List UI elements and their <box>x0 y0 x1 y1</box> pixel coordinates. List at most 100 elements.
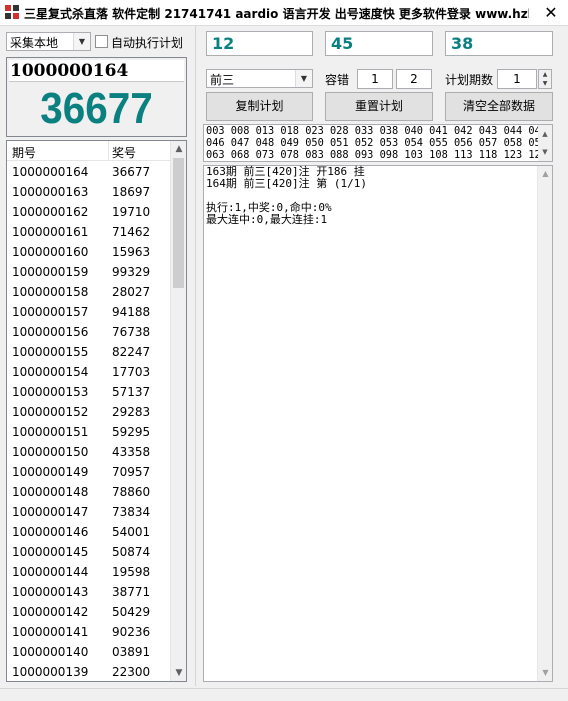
table-row[interactable]: 1000000163 18697 <box>7 182 172 202</box>
table-row[interactable]: 1000000140 03891 <box>7 642 172 662</box>
close-button[interactable]: ✕ <box>534 0 568 25</box>
issue-cell: 1000000142 <box>12 605 89 619</box>
copy-plan-button[interactable]: 复制计划 <box>206 92 313 121</box>
plan-periods-input[interactable]: 1 <box>497 69 537 89</box>
table-row[interactable]: 1000000144 19598 <box>7 562 172 582</box>
plan-log-scrollbar[interactable]: ▲ ▼ <box>537 166 552 681</box>
issue-cell: 1000000147 <box>12 505 89 519</box>
table-row[interactable]: 1000000161 71462 <box>7 222 172 242</box>
issue-cell: 1000000158 <box>12 285 89 299</box>
draw-cell: 28027 <box>112 285 151 299</box>
source-select[interactable]: 采集本地 ▼ <box>6 32 91 51</box>
current-draw-panel: 1000000164 36677 <box>6 57 187 137</box>
scroll-thumb[interactable] <box>173 158 184 288</box>
spin-up-icon[interactable]: ▲ <box>539 70 551 79</box>
draw-cell: 82247 <box>112 345 151 359</box>
title-bar: 三星复式杀直落 软件定制 21741741 aardio 语言开发 出号速度快 … <box>0 0 568 26</box>
table-row[interactable]: 1000000160 15963 <box>7 242 172 262</box>
history-rows: 1000000164 36677 1000000163 18697 1000000162… <box>7 162 172 681</box>
issue-cell: 1000000160 <box>12 245 89 259</box>
tolerance-label: 容错 <box>325 73 350 87</box>
scroll-up-icon[interactable]: ▲ <box>538 166 553 182</box>
chevron-down-icon[interactable]: ▼ <box>73 33 90 50</box>
draw-cell: 70957 <box>112 465 151 479</box>
draw-cell: 99329 <box>112 265 151 279</box>
table-row[interactable]: 1000000141 90236 <box>7 622 172 642</box>
table-row[interactable]: 1000000149 70957 <box>7 462 172 482</box>
scroll-down-icon[interactable]: ▼ <box>538 143 552 161</box>
table-row[interactable]: 1000000150 43358 <box>7 442 172 462</box>
table-row[interactable]: 1000000164 36677 <box>7 162 172 182</box>
table-row[interactable]: 1000000152 29283 <box>7 402 172 422</box>
number-input-2[interactable]: 45 <box>325 31 433 56</box>
plan-log-box[interactable]: 163期 前三[420]注 开186 挂 164期 前三[420]注 第 (1/… <box>203 165 553 682</box>
draw-cell: 90236 <box>112 625 151 639</box>
scroll-down-icon[interactable]: ▼ <box>538 665 553 681</box>
chevron-down-icon[interactable]: ▼ <box>295 70 312 87</box>
history-scrollbar[interactable]: ▲ ▼ <box>170 141 186 681</box>
spin-down-icon[interactable]: ▼ <box>539 79 551 88</box>
source-select-value: 采集本地 <box>10 36 59 50</box>
column-divider[interactable] <box>108 141 109 161</box>
column-header-issue[interactable]: 期号 <box>12 144 36 161</box>
issue-cell: 1000000151 <box>12 425 89 439</box>
issue-cell: 1000000153 <box>12 385 89 399</box>
auto-execute-checkbox[interactable] <box>95 35 108 48</box>
scroll-up-icon[interactable]: ▲ <box>171 141 186 157</box>
current-issue-number: 1000000164 <box>9 60 184 82</box>
issue-cell: 1000000157 <box>12 305 89 319</box>
table-row[interactable]: 1000000157 94188 <box>7 302 172 322</box>
tolerance-to-input[interactable]: 2 <box>396 69 432 89</box>
position-select-value: 前三 <box>210 73 235 87</box>
current-draw-number: 36677 <box>40 84 153 133</box>
table-row[interactable]: 1000000143 38771 <box>7 582 172 602</box>
table-row[interactable]: 1000000154 17703 <box>7 362 172 382</box>
plan-periods-spinner[interactable]: ▲ ▼ <box>538 69 552 89</box>
number-input-1[interactable]: 12 <box>206 31 313 56</box>
draw-cell: 73834 <box>112 505 151 519</box>
table-row[interactable]: 1000000158 28027 <box>7 282 172 302</box>
table-row[interactable]: 1000000159 99329 <box>7 262 172 282</box>
table-row[interactable]: 1000000142 50429 <box>7 602 172 622</box>
plan-log-text[interactable]: 163期 前三[420]注 开186 挂 164期 前三[420]注 第 (1/… <box>206 166 536 226</box>
table-row[interactable]: 1000000148 78860 <box>7 482 172 502</box>
issue-cell: 1000000148 <box>12 485 89 499</box>
table-row[interactable]: 1000000139 22300 <box>7 662 172 681</box>
column-header-draw[interactable]: 奖号 <box>112 144 136 161</box>
table-row[interactable]: 1000000162 19710 <box>7 202 172 222</box>
table-row[interactable]: 1000000155 82247 <box>7 342 172 362</box>
draw-cell: 19710 <box>112 205 151 219</box>
plan-periods-label: 计划期数 <box>445 73 494 87</box>
draw-cell: 19598 <box>112 565 151 579</box>
number-input-3[interactable]: 38 <box>445 31 553 56</box>
table-row[interactable]: 1000000153 57137 <box>7 382 172 402</box>
plan-numbers-scrollbar[interactable]: ▲ ▼ <box>538 125 552 161</box>
plan-numbers-text[interactable]: 003 008 013 018 023 028 033 038 040 041 … <box>206 125 547 161</box>
issue-cell: 1000000146 <box>12 525 89 539</box>
issue-cell: 1000000149 <box>12 465 89 479</box>
reset-plan-button[interactable]: 重置计划 <box>325 92 433 121</box>
draw-cell: 43358 <box>112 445 151 459</box>
position-select[interactable]: 前三 ▼ <box>206 69 313 88</box>
table-row[interactable]: 1000000151 59295 <box>7 422 172 442</box>
draw-cell: 50874 <box>112 545 151 559</box>
scroll-up-icon[interactable]: ▲ <box>538 125 552 143</box>
clear-all-button[interactable]: 清空全部数据 <box>445 92 553 121</box>
draw-cell: 76738 <box>112 325 151 339</box>
scroll-down-icon[interactable]: ▼ <box>171 665 186 681</box>
draw-cell: 36677 <box>112 165 151 179</box>
window-title: 三星复式杀直落 软件定制 21741741 aardio 语言开发 出号速度快 … <box>24 7 529 21</box>
issue-cell: 1000000145 <box>12 545 89 559</box>
table-row[interactable]: 1000000146 54001 <box>7 522 172 542</box>
draw-cell: 38771 <box>112 585 151 599</box>
issue-cell: 1000000163 <box>12 185 89 199</box>
table-row[interactable]: 1000000156 76738 <box>7 322 172 342</box>
tolerance-from-input[interactable]: 1 <box>357 69 393 89</box>
auto-execute-label[interactable]: 自动执行计划 <box>111 34 183 51</box>
draw-cell: 54001 <box>112 525 151 539</box>
history-list[interactable]: 期号 奖号 1000000164 36677 1000000163 18697 1000… <box>6 140 187 682</box>
table-row[interactable]: 1000000145 50874 <box>7 542 172 562</box>
draw-cell: 78860 <box>112 485 151 499</box>
table-row[interactable]: 1000000147 73834 <box>7 502 172 522</box>
plan-numbers-box[interactable]: 003 008 013 018 023 028 033 038 040 041 … <box>203 124 553 162</box>
